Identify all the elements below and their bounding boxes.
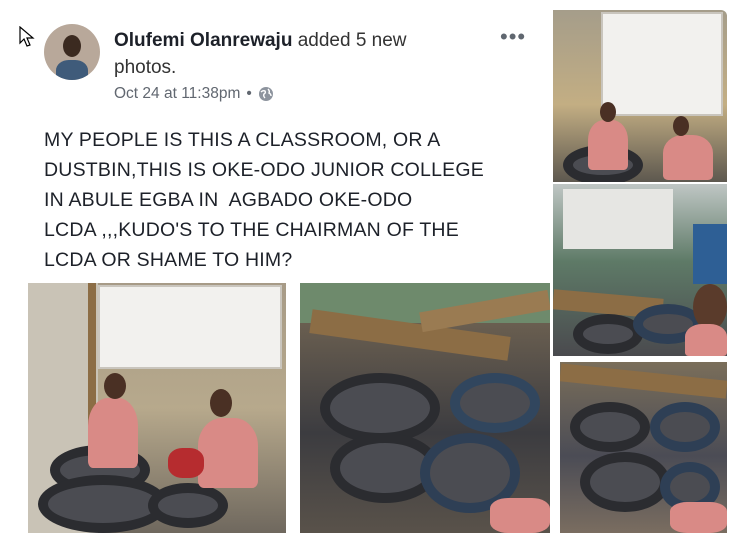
post-timestamp[interactable]: Oct 24 at 11:38pm xyxy=(114,85,240,103)
whiteboard-image xyxy=(98,285,282,369)
whiteboard-image xyxy=(601,12,723,116)
mouse-cursor-icon xyxy=(19,26,35,47)
post-body-text: MY PEOPLE IS THIS A CLASSROOM, OR A DUST… xyxy=(44,129,484,271)
post-meta: Oct 24 at 11:38pm • xyxy=(114,85,274,103)
post-photo-5[interactable] xyxy=(560,362,727,533)
meta-separator: • xyxy=(246,85,252,102)
author-name-link[interactable]: Olufemi Olanrewaju xyxy=(114,30,292,51)
post-options-button[interactable]: ••• xyxy=(500,24,526,50)
post-photo-3[interactable] xyxy=(553,10,727,182)
post-photo-2[interactable] xyxy=(300,283,550,533)
post-header: Olufemi Olanrewaju added 5 new photos. xyxy=(114,27,474,81)
author-avatar[interactable] xyxy=(44,24,100,80)
globe-icon[interactable] xyxy=(258,86,274,102)
post-photo-4[interactable] xyxy=(553,184,727,356)
post-photo-1[interactable] xyxy=(28,283,286,533)
